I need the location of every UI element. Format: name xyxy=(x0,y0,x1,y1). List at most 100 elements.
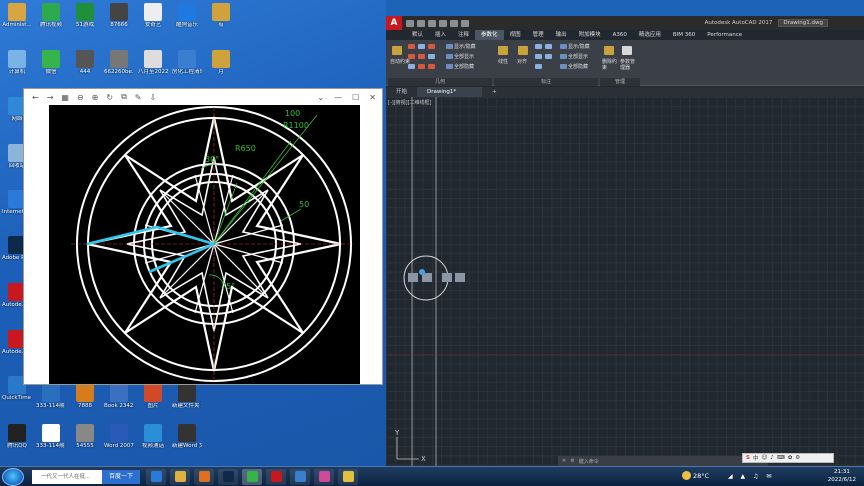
taskbar-ie-icon[interactable] xyxy=(146,469,166,485)
taskbar-viewer-icon[interactable] xyxy=(290,469,310,485)
diameter-icon[interactable] xyxy=(535,54,542,59)
tangent-icon[interactable] xyxy=(428,64,435,69)
show-hide-label[interactable]: 显示/隐藏 xyxy=(454,44,476,50)
autocad-window[interactable]: A Autodesk AutoCAD 2017 Drawing1.dwg 默认插… xyxy=(386,16,864,466)
desktop-icon[interactable]: 新建Word 文档 (2) xyxy=(172,424,202,449)
back-icon[interactable]: ← xyxy=(32,93,39,102)
desktop-icon[interactable]: 87666 xyxy=(104,3,134,28)
taskbar-folder-icon[interactable] xyxy=(170,469,190,485)
search-box[interactable]: Drawing1.dwg xyxy=(778,19,828,27)
dim-show-all-icon[interactable] xyxy=(560,54,567,59)
desktop-icon[interactable]: 图片 xyxy=(138,384,168,409)
desktop-icon[interactable]: Administ... xyxy=(2,3,32,28)
desktop-icon[interactable]: 腾讯视频 xyxy=(36,3,66,28)
desktop-icon[interactable]: 计算机 xyxy=(2,50,32,75)
group-manage-label[interactable]: 管理 xyxy=(600,78,640,86)
ribbon-tab[interactable]: 默认 xyxy=(406,30,429,40)
start-button[interactable] xyxy=(2,468,24,486)
temperature-label[interactable]: 28°C xyxy=(693,472,709,480)
desktop-icon[interactable]: 月 xyxy=(206,50,236,75)
vertical-icon[interactable] xyxy=(418,64,425,69)
tab-drawing1[interactable]: Drawing1* xyxy=(417,87,483,97)
desktop-icon[interactable]: 八月至2022 第2周报表 xyxy=(138,50,168,75)
crop-icon[interactable]: ⧉ xyxy=(121,92,127,102)
convert-icon[interactable] xyxy=(545,54,552,59)
minimize-icon[interactable]: — xyxy=(334,93,342,102)
dim-hide-all-icon[interactable] xyxy=(560,64,567,69)
parallel-icon[interactable] xyxy=(418,54,425,59)
download-icon[interactable]: ⇩ xyxy=(150,93,157,102)
close-icon[interactable]: ✕ xyxy=(562,458,566,464)
ribbon-tab[interactable]: 精选应用 xyxy=(633,30,667,40)
desktop-icon[interactable]: 662260be... xyxy=(104,50,134,75)
tab-start[interactable]: 开始 xyxy=(386,87,417,97)
ribbon-tab[interactable]: 参数化 xyxy=(475,30,504,40)
grid-icon[interactable]: ▦ xyxy=(61,93,69,102)
tools-icon[interactable]: ⚙ xyxy=(795,455,800,461)
clock[interactable]: 21:31 2022/6/12 xyxy=(828,468,856,484)
open-file-icon[interactable] xyxy=(417,19,425,27)
dim-show-all-label[interactable]: 全部显示 xyxy=(568,54,588,60)
ribbon-tab[interactable]: BIM 360 xyxy=(667,30,701,40)
quick-access-toolbar[interactable] xyxy=(406,19,469,27)
concentric-icon[interactable] xyxy=(428,44,435,49)
linear-icon[interactable] xyxy=(498,46,508,55)
fix-icon[interactable] xyxy=(408,54,415,59)
desktop-icon[interactable]: 房化工程清单 xyxy=(172,50,202,75)
ribbon-tab[interactable]: 附加模块 xyxy=(573,30,607,40)
command-input[interactable]: 键入命令 xyxy=(579,458,599,465)
ribbon-tab[interactable]: 视图 xyxy=(504,30,527,40)
save-icon[interactable] xyxy=(428,19,436,27)
taskbar-wechat-icon[interactable] xyxy=(242,469,262,485)
show-all-label[interactable]: 全部显示 xyxy=(454,54,474,60)
desktop-icon[interactable]: 新建文件夹 3 xyxy=(172,384,202,409)
close-icon[interactable]: ✕ xyxy=(369,93,376,102)
ribbon-tab[interactable]: A360 xyxy=(607,30,633,40)
taskbar-autocad-icon[interactable] xyxy=(266,469,286,485)
sogou-icon[interactable]: S xyxy=(746,455,750,461)
ribbon-tab[interactable]: 插入 xyxy=(429,30,452,40)
command-line[interactable]: ✕ ⚙ 键入命令 xyxy=(558,456,768,466)
radial-icon[interactable] xyxy=(545,44,552,49)
mic-icon[interactable]: ♪ xyxy=(770,455,774,461)
rotate-icon[interactable]: ↻ xyxy=(106,93,113,102)
ime-mode[interactable]: 中 xyxy=(753,454,759,462)
search-button[interactable]: 百度一下 xyxy=(102,470,140,484)
print-icon[interactable] xyxy=(439,19,447,27)
taskbar-media-icon[interactable] xyxy=(194,469,214,485)
desktop-icon[interactable]: 444 xyxy=(70,50,100,75)
taskbar-ps-icon[interactable] xyxy=(218,469,238,485)
emoji-icon[interactable]: ☺ xyxy=(761,455,767,461)
desktop-icon[interactable]: 腾讯QQ xyxy=(2,424,32,449)
auto-constrain-label[interactable]: 自动约束 xyxy=(390,59,410,65)
hide-all-icon[interactable] xyxy=(446,64,453,69)
redo-icon[interactable] xyxy=(461,19,469,27)
hide-all-label[interactable]: 全部隐藏 xyxy=(454,64,474,70)
input-method-bar[interactable]: S 中 ☺ ♪ ⌨ ✿ ⚙ xyxy=(742,453,834,463)
auto-constrain-icon[interactable] xyxy=(392,46,402,55)
tab-add[interactable]: + xyxy=(482,87,507,97)
taskbar-paint-icon[interactable] xyxy=(314,469,334,485)
dim-show-hide-icon[interactable] xyxy=(560,44,567,49)
desktop-icon[interactable]: 有 xyxy=(206,3,236,28)
wrench-icon[interactable]: ⚙ xyxy=(570,458,574,464)
edit-icon[interactable]: ✎ xyxy=(135,93,142,102)
delete-constraints-icon[interactable] xyxy=(604,46,614,55)
desktop-icon[interactable]: 爱奇艺 xyxy=(138,3,168,28)
dim-extra-icon[interactable] xyxy=(535,64,542,69)
ribbon-tab[interactable]: 注释 xyxy=(452,30,475,40)
desktop-icon[interactable]: 视频通话 xyxy=(138,424,168,449)
image-viewer-window[interactable]: ← → ▦ ⊖ ⊕ ↻ ⧉ ✎ ⇩ ⌄ — ☐ ✕ R1100 R650 100… xyxy=(23,88,383,385)
maximize-icon[interactable]: ☐ xyxy=(352,93,359,102)
ribbon-tab[interactable]: 管理 xyxy=(527,30,550,40)
desktop-icon[interactable]: 微信 xyxy=(36,50,66,75)
ribbon-tab[interactable]: Performance xyxy=(701,30,748,40)
dim-show-hide-label[interactable]: 显示/隐藏 xyxy=(568,44,590,50)
group-geometry-label[interactable]: 几何 xyxy=(388,78,492,86)
show-all-icon[interactable] xyxy=(446,54,453,59)
group-dimension-label[interactable]: 标注 xyxy=(494,78,598,86)
new-file-icon[interactable] xyxy=(406,19,414,27)
search-input[interactable]: 一代又一代人在挺... xyxy=(32,470,102,484)
show-hide-icon[interactable] xyxy=(446,44,453,49)
forward-icon[interactable]: → xyxy=(47,93,54,102)
